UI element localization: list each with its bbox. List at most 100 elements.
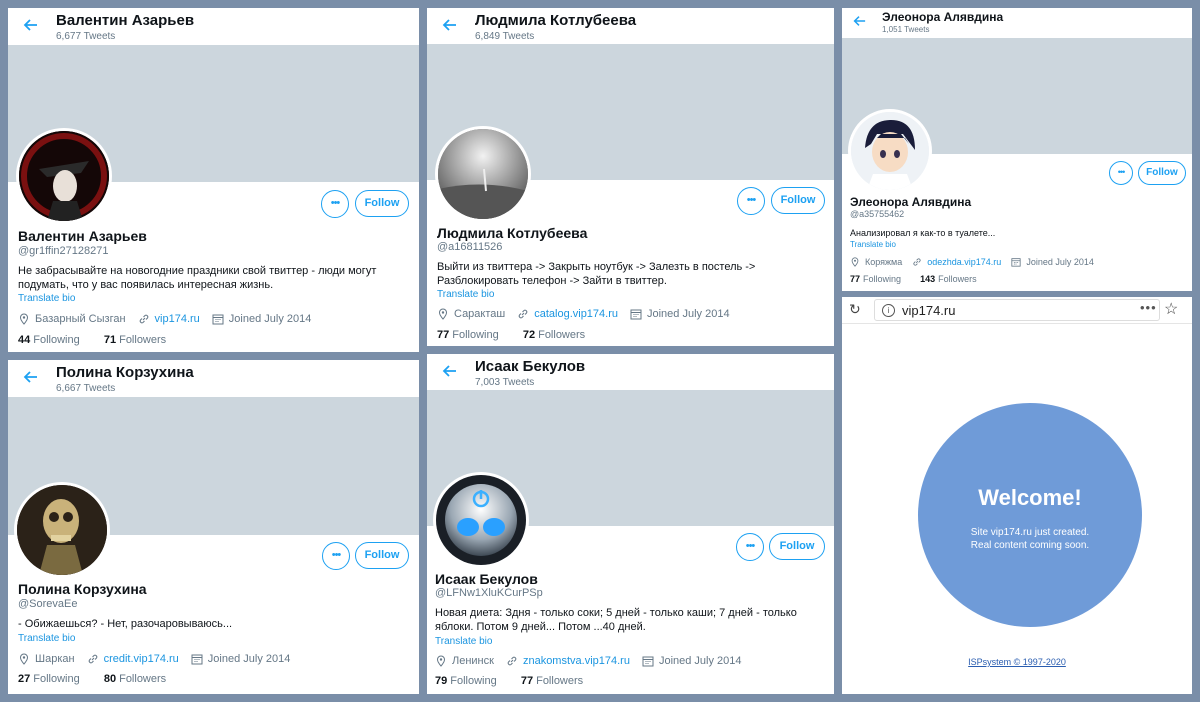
- bookmark-star-icon[interactable]: ☆: [1164, 299, 1178, 319]
- follow-stats: 77 Following 72 Followers: [437, 329, 585, 341]
- profile-handle: @a16811526: [437, 241, 503, 253]
- welcome-line-2: Real content coming soon.: [970, 540, 1090, 551]
- avatar[interactable]: [848, 109, 932, 193]
- website-link[interactable]: odezhda.vip174.ru: [927, 257, 1001, 267]
- page-actions-icon[interactable]: •••: [1140, 300, 1157, 315]
- profile-header: Исаак Бекулов 7,003 Tweets: [427, 354, 834, 390]
- copyright-link[interactable]: ISPsystem © 1997-2020: [842, 657, 1192, 667]
- follow-stats: 27 Following 80 Followers: [18, 673, 166, 685]
- following-count: 77: [850, 274, 861, 284]
- translate-bio-link[interactable]: Translate bio: [437, 289, 494, 300]
- following-stat[interactable]: 79 Following: [435, 675, 497, 687]
- avatar[interactable]: [16, 128, 112, 224]
- location-text: Базарный Сызган: [35, 313, 126, 325]
- profile-bio: - Обижаешься? - Нет, разочаровываюсь...: [18, 618, 233, 630]
- profile-meta: Ленинск znakomstva.vip174.ru Joined July…: [435, 655, 742, 667]
- following-label: Following: [863, 274, 902, 284]
- followers-stat[interactable]: 80 Followers: [104, 673, 166, 685]
- translate-bio-link[interactable]: Translate bio: [18, 633, 75, 644]
- welcome-subtitle: Site vip174.ru just created. Real conten…: [918, 526, 1142, 552]
- profile-handle: @gr1ffin27128271: [18, 245, 109, 257]
- avatar[interactable]: [14, 482, 110, 578]
- location-icon: [438, 308, 448, 320]
- avatar[interactable]: [433, 472, 529, 568]
- followers-count: 80: [103, 673, 117, 685]
- profile-meta: Саракташ catalog.vip174.ru Joined July 2…: [437, 308, 730, 320]
- joined-date: Joined July 2014: [658, 655, 742, 667]
- translate-bio-link[interactable]: Translate bio: [850, 240, 896, 249]
- translate-bio-link[interactable]: Translate bio: [435, 636, 492, 647]
- profile-header: Людмила Котлубеева 6,849 Tweets: [427, 8, 834, 44]
- location-icon: [19, 313, 29, 325]
- profile-handle: @LFNw1XluKCurPSp: [435, 587, 543, 599]
- following-stat[interactable]: 77 Following: [437, 329, 499, 341]
- translate-bio-link[interactable]: Translate bio: [18, 293, 75, 304]
- tweet-count: 6,667 Tweets: [56, 383, 116, 394]
- back-arrow-icon[interactable]: [22, 369, 44, 391]
- followers-stat[interactable]: 71 Followers: [104, 334, 166, 346]
- website-link[interactable]: znakomstva.vip174.ru: [523, 655, 630, 667]
- location-icon: [19, 653, 29, 665]
- followers-count: 72: [522, 329, 536, 341]
- calendar-icon: [1011, 258, 1021, 267]
- follow-button[interactable]: Follow: [355, 190, 409, 217]
- following-stat[interactable]: 27 Following: [18, 673, 80, 685]
- welcome-circle: Welcome! Site vip174.ru just created. Re…: [918, 403, 1142, 627]
- followers-stat[interactable]: 143 Followers: [920, 274, 977, 284]
- calendar-icon: [630, 309, 642, 320]
- header-name: Людмила Котлубеева: [475, 12, 637, 29]
- profile-bio: Анализировал я как-то в туалете...: [850, 228, 996, 238]
- following-stat[interactable]: 77 Following: [850, 274, 901, 284]
- more-options-button[interactable]: •••: [322, 542, 350, 570]
- profile-bio: Выйти из твиттера -> Закрыть ноутбук -> …: [437, 261, 756, 287]
- more-options-button[interactable]: •••: [736, 533, 764, 561]
- browser-panel: ↻ i vip174.ru ••• ☆ Welcome! Site vip174…: [842, 297, 1192, 694]
- joined-date: Joined July 2014: [1026, 257, 1094, 267]
- profile-name: Элеонора Алявдина: [850, 195, 972, 209]
- reload-icon[interactable]: ↻: [849, 301, 861, 318]
- calendar-icon: [642, 656, 654, 667]
- follow-button[interactable]: Follow: [769, 533, 825, 560]
- header-name: Полина Корзухина: [56, 364, 194, 381]
- link-icon: [913, 258, 921, 266]
- more-options-button[interactable]: •••: [321, 190, 349, 218]
- location-icon: [851, 257, 859, 267]
- following-count: 79: [435, 675, 448, 687]
- back-arrow-icon[interactable]: [852, 14, 874, 36]
- avatar[interactable]: [435, 126, 531, 222]
- profile-bio: Новая диета: Здня - только соки; 5 дней …: [435, 607, 797, 633]
- back-arrow-icon[interactable]: [441, 363, 463, 385]
- tweet-count: 1,051 Tweets: [882, 25, 930, 34]
- link-icon: [88, 654, 97, 664]
- info-icon[interactable]: i: [882, 304, 895, 317]
- profile-handle: @SorevaEe: [18, 598, 78, 610]
- website-link[interactable]: catalog.vip174.ru: [534, 308, 618, 320]
- header-name: Элеонора Алявдина: [882, 10, 1004, 24]
- link-icon: [518, 309, 528, 319]
- avatar-image: [17, 485, 107, 575]
- followers-label: Followers: [536, 675, 584, 687]
- location-text: Саракташ: [454, 308, 506, 320]
- more-options-button[interactable]: •••: [1109, 161, 1133, 185]
- follow-button[interactable]: Follow: [355, 542, 409, 569]
- followers-count: 71: [103, 334, 117, 346]
- address-bar[interactable]: i vip174.ru: [874, 299, 1160, 321]
- followers-stat[interactable]: 72 Followers: [523, 329, 585, 341]
- calendar-icon: [191, 654, 203, 665]
- website-link[interactable]: vip174.ru: [155, 313, 200, 325]
- following-count: 44: [18, 334, 31, 346]
- back-arrow-icon[interactable]: [22, 17, 44, 39]
- following-label: Following: [452, 329, 499, 341]
- back-arrow-icon[interactable]: [441, 17, 463, 39]
- profile-name: Людмила Котлубеева: [437, 225, 588, 241]
- url-text[interactable]: vip174.ru: [902, 303, 955, 318]
- followers-stat[interactable]: 77 Followers: [521, 675, 583, 687]
- website-link[interactable]: credit.vip174.ru: [104, 653, 179, 665]
- more-options-button[interactable]: •••: [737, 187, 765, 215]
- follow-button[interactable]: Follow: [771, 187, 825, 214]
- profile-handle: @a35755462: [850, 209, 905, 219]
- profile-name: Валентин Азарьев: [18, 228, 147, 244]
- follow-button[interactable]: Follow: [1138, 161, 1186, 185]
- following-stat[interactable]: 44 Following: [18, 334, 80, 346]
- profile-panel-4: Полина Корзухина 6,667 Tweets ••• Follow…: [8, 360, 419, 694]
